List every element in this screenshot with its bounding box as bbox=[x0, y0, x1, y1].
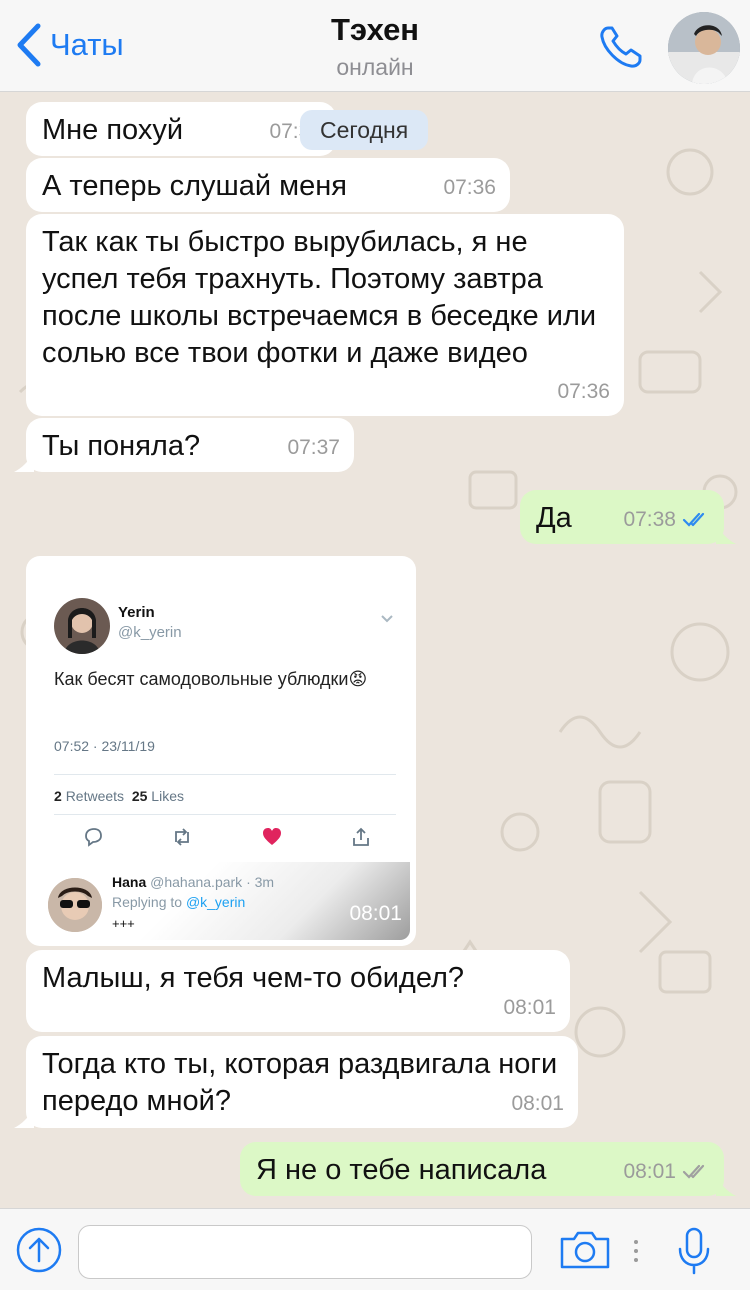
reply-avatar bbox=[48, 878, 102, 932]
retweets-label: Retweets bbox=[65, 788, 125, 804]
likes-label: Likes bbox=[151, 788, 184, 804]
camera-button[interactable] bbox=[558, 1229, 612, 1271]
camera-icon bbox=[560, 1231, 610, 1269]
message-text: Я не о тебе написала bbox=[256, 1154, 547, 1186]
retweet-icon bbox=[171, 826, 193, 848]
message-input[interactable] bbox=[78, 1225, 532, 1279]
replying-to: Replying to @k_yerin bbox=[112, 894, 245, 910]
message-meta: 08:01 bbox=[623, 1153, 710, 1190]
message-bubble[interactable]: Ты поняла? 07:37 bbox=[14, 418, 354, 472]
message-text: Мне похуй bbox=[42, 114, 184, 146]
replying-prefix: Replying to bbox=[112, 894, 183, 910]
message-bubble[interactable]: Да 07:38 bbox=[520, 490, 736, 544]
more-icon[interactable] bbox=[632, 1239, 640, 1263]
heart-icon bbox=[261, 826, 283, 848]
reply-author: Hana @hahana.park · 3m bbox=[112, 874, 274, 890]
chat-area[interactable]: Мне похуй 07:36 Сегодня А теперь слушай … bbox=[0, 92, 750, 1208]
compose-bar bbox=[0, 1208, 750, 1290]
image-message[interactable]: Yerin @k_yerin Как бесят самодовольные у… bbox=[26, 556, 416, 946]
tweet-author-name: Yerin bbox=[118, 604, 155, 621]
bubble-tail bbox=[14, 452, 34, 472]
replying-handle: @k_yerin bbox=[185, 894, 246, 910]
tweet-reply: Hana @hahana.park · 3m Replying to @k_ye… bbox=[32, 862, 410, 940]
double-check-read-icon bbox=[682, 512, 705, 527]
chat-header: Чаты Тэхен онлайн bbox=[0, 0, 750, 92]
tweet-date: 07:52 · 23/11/19 bbox=[54, 738, 155, 754]
tweet-actions bbox=[82, 826, 372, 848]
message-text: Да bbox=[536, 502, 572, 534]
retweets-count: 2 bbox=[54, 788, 62, 804]
share-icon bbox=[350, 826, 372, 848]
message-text: Так как ты быстро вырубилась, я не успел… bbox=[42, 226, 597, 369]
microphone-icon bbox=[678, 1227, 710, 1275]
bubble-tail bbox=[716, 1176, 736, 1196]
message-time: 08:01 bbox=[623, 1160, 676, 1183]
date-separator: Сегодня bbox=[300, 110, 429, 150]
message-time: 08:01 bbox=[503, 996, 556, 1019]
message-bubble[interactable]: А теперь слушай меня 07:36 bbox=[26, 158, 510, 212]
divider bbox=[54, 774, 396, 775]
tweet-author-handle: @k_yerin bbox=[118, 624, 182, 641]
message-meta: 07:38 bbox=[623, 501, 710, 538]
bubble-tail bbox=[14, 1108, 34, 1128]
message-time: 07:38 bbox=[623, 508, 676, 531]
attach-button[interactable] bbox=[16, 1227, 62, 1273]
microphone-button[interactable] bbox=[676, 1225, 712, 1277]
message-bubble[interactable]: Так как ты быстро вырубилась, я не успел… bbox=[26, 214, 624, 416]
message-bubble[interactable]: Малыш, я тебя чем-то обидел? 08:01 bbox=[26, 950, 570, 1032]
likes-count: 25 bbox=[131, 788, 148, 804]
bubble-tail bbox=[716, 524, 736, 544]
double-check-delivered-icon bbox=[682, 1164, 705, 1179]
divider bbox=[54, 814, 396, 815]
tweet-text: Как бесят самодовольные ублюдки😡 bbox=[54, 669, 368, 689]
reply-author-name: Hana bbox=[112, 874, 147, 890]
message-time: 08:01 bbox=[511, 1092, 564, 1115]
reply-text: +++ bbox=[112, 916, 135, 931]
tweet-screenshot: Yerin @k_yerin Как бесят самодовольные у… bbox=[32, 562, 410, 940]
message-time: 07:37 bbox=[287, 436, 340, 459]
tweet-stats: 2 Retweets 25 Likes bbox=[54, 788, 184, 804]
comment-icon bbox=[82, 826, 104, 848]
message-text: Ты поняла? bbox=[42, 430, 201, 462]
message-time: 08:01 bbox=[349, 902, 402, 925]
message-bubble[interactable]: Я не о тебе написала 08:01 bbox=[240, 1142, 736, 1196]
chevron-down-icon bbox=[381, 615, 393, 623]
contact-avatar[interactable] bbox=[668, 12, 740, 84]
message-time: 07:36 bbox=[557, 380, 610, 403]
reply-author-handle: @hahana.park · 3m bbox=[150, 874, 275, 890]
message-text: Малыш, я тебя чем-то обидел? bbox=[42, 962, 465, 994]
message-text: Тогда кто ты, которая раздвигала ноги пе… bbox=[42, 1048, 558, 1117]
message-bubble[interactable]: Тогда кто ты, которая раздвигала ноги пе… bbox=[14, 1036, 578, 1128]
message-text: А теперь слушай меня bbox=[42, 170, 347, 202]
upload-icon bbox=[16, 1227, 62, 1273]
message-time: 07:36 bbox=[443, 176, 496, 199]
message-bubble[interactable]: Мне похуй 07:36 bbox=[26, 102, 336, 156]
tweet-avatar bbox=[54, 598, 110, 654]
phone-icon[interactable] bbox=[596, 22, 646, 72]
